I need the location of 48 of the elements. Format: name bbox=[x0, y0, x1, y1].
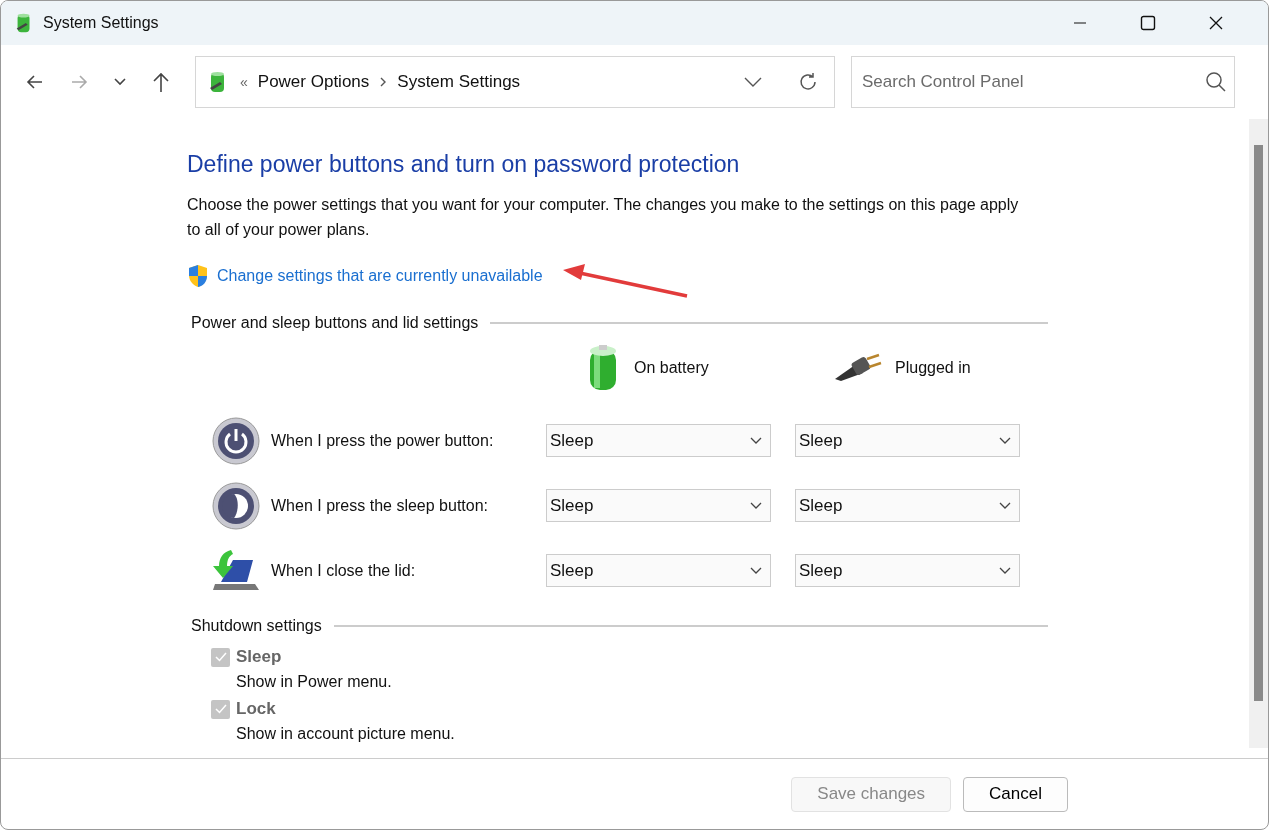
section-title: Power and sleep buttons and lid settings bbox=[191, 314, 479, 332]
search-field[interactable]: Search Control Panel bbox=[851, 56, 1235, 108]
checkbox-label: Lock bbox=[236, 699, 276, 719]
refresh-icon[interactable] bbox=[798, 72, 818, 92]
search-icon[interactable] bbox=[1205, 71, 1227, 93]
moon-icon bbox=[211, 480, 261, 531]
maximize-icon[interactable] bbox=[1140, 15, 1156, 31]
option-description: Show in Power menu. bbox=[235, 673, 393, 691]
change-settings-link[interactable]: Change settings that are currently unavailable bbox=[217, 267, 543, 285]
column-header: Plugged in bbox=[895, 359, 971, 377]
column-header: On battery bbox=[634, 359, 709, 377]
power-icon bbox=[211, 415, 261, 466]
dialog-button[interactable]: Cancel bbox=[963, 776, 1068, 812]
checkbox-label: Sleep bbox=[236, 647, 282, 667]
close-icon[interactable] bbox=[1208, 15, 1224, 31]
page-heading: Define power buttons and turn on password protection bbox=[187, 151, 741, 178]
chevron-down-icon[interactable] bbox=[113, 77, 127, 87]
up-arrow-icon[interactable] bbox=[151, 71, 171, 93]
chevron-down-icon bbox=[999, 436, 1011, 445]
chevron-down-icon bbox=[999, 566, 1011, 575]
breadcrumb-item[interactable]: System Settings bbox=[397, 72, 521, 92]
chevron-right-icon[interactable] bbox=[379, 77, 388, 87]
setting-label: When I press the sleep button: bbox=[271, 496, 488, 515]
overflow-chevron[interactable]: « bbox=[240, 74, 248, 90]
dropdown[interactable]: Sleep bbox=[795, 424, 1020, 457]
power-plug-icon bbox=[833, 353, 883, 383]
chevron-down-icon[interactable] bbox=[744, 77, 762, 87]
chevron-down-icon bbox=[750, 566, 762, 575]
shield-icon bbox=[187, 264, 209, 288]
dropdown[interactable]: Sleep bbox=[546, 489, 771, 522]
dropdown[interactable]: Sleep bbox=[546, 424, 771, 457]
address-bar[interactable]: « Power Options System Settings bbox=[195, 56, 835, 108]
section-title: Shutdown settings bbox=[191, 617, 322, 635]
option-description: Show in account picture menu. bbox=[235, 725, 456, 743]
breadcrumb-item[interactable]: Power Options bbox=[257, 72, 370, 92]
setting-label: When I close the lid: bbox=[271, 561, 416, 580]
setting-label: When I press the power button: bbox=[271, 431, 494, 450]
dropdown[interactable]: Sleep bbox=[546, 554, 771, 587]
chevron-down-icon bbox=[999, 501, 1011, 510]
dropdown[interactable]: Sleep bbox=[795, 489, 1020, 522]
checkmark-icon bbox=[213, 650, 228, 664]
window-title: System Settings bbox=[43, 14, 159, 32]
checkmark-icon bbox=[213, 702, 228, 716]
chevron-down-icon bbox=[750, 501, 762, 510]
description-text: Choose the power settings that you want for your computer. The changes you make to the settings on this page apply to all of your power plans. bbox=[187, 195, 1020, 240]
scrollbar-thumb[interactable] bbox=[1254, 145, 1263, 701]
chevron-down-icon bbox=[750, 436, 762, 445]
dropdown[interactable]: Sleep bbox=[795, 554, 1020, 587]
